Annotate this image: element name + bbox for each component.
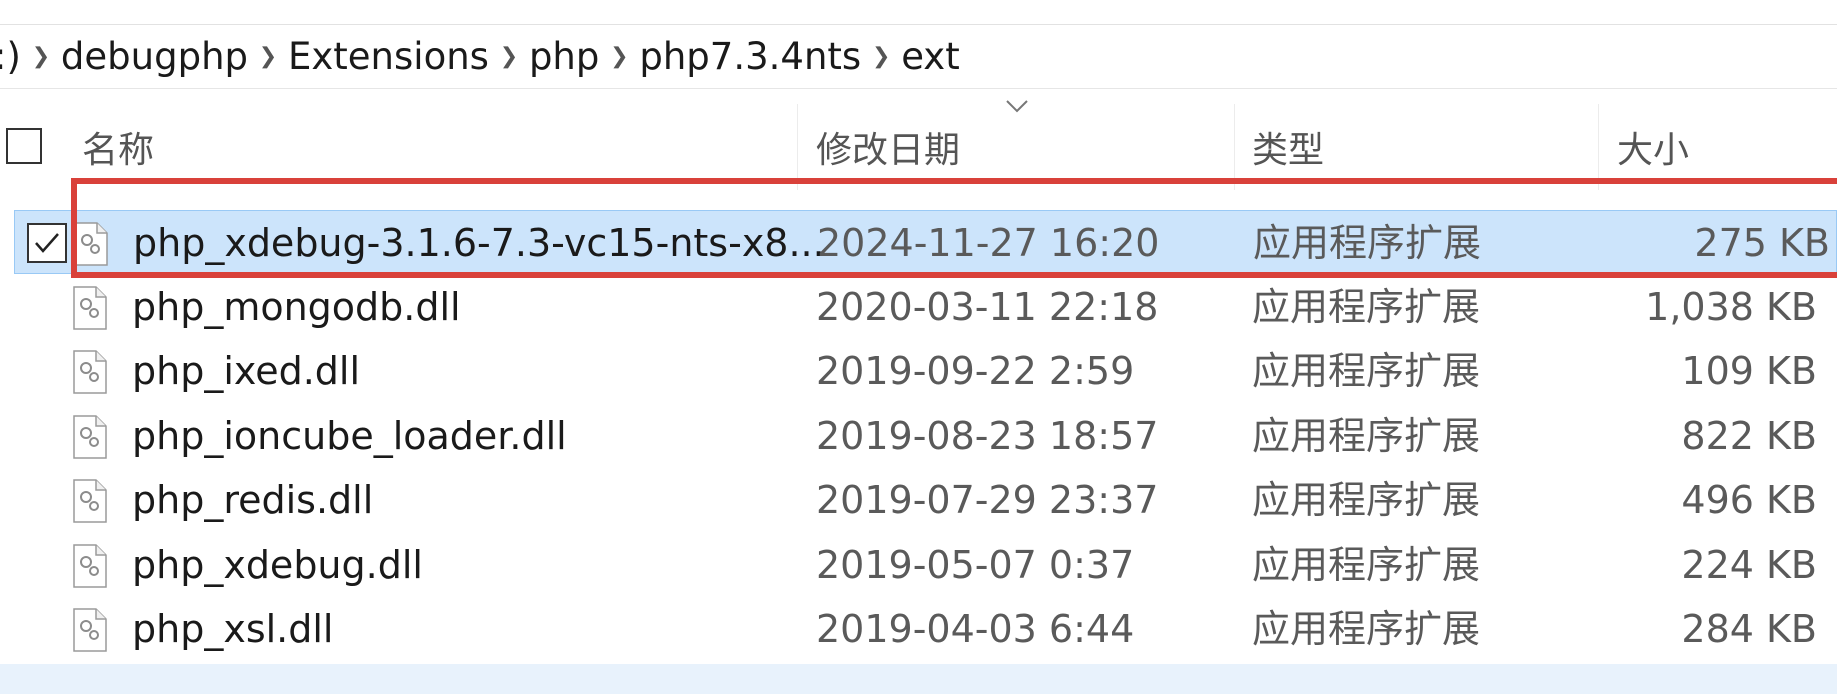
file-size: 109 KB xyxy=(1681,349,1817,393)
file-name: php_ixed.dll xyxy=(132,349,361,393)
file-name: php_ioncube_loader.dll xyxy=(132,414,567,458)
file-name: php_xsl.dll xyxy=(132,607,334,651)
chevron-right-icon: ❯ xyxy=(31,43,51,69)
file-name: php_mongodb.dll xyxy=(132,285,461,329)
toolbar-strip xyxy=(0,0,1837,25)
file-size: 275 KB xyxy=(1694,221,1830,265)
dll-file-icon xyxy=(73,286,107,330)
file-type: 应用程序扩展 xyxy=(1252,414,1481,458)
file-type: 应用程序扩展 xyxy=(1252,349,1481,393)
file-row[interactable]: php_redis.dll 2019-07-29 23:37 应用程序扩展 49… xyxy=(0,468,1837,532)
file-type: 应用程序扩展 xyxy=(1252,285,1481,329)
file-size: 822 KB xyxy=(1681,414,1817,458)
file-modified: 2020-03-11 22:18 xyxy=(816,285,1159,329)
column-divider[interactable] xyxy=(1234,104,1235,190)
chevron-right-icon: ❯ xyxy=(871,43,891,69)
dll-file-icon xyxy=(73,415,107,459)
file-type: 应用程序扩展 xyxy=(1252,543,1481,587)
breadcrumb-item-php[interactable]: php xyxy=(529,35,599,78)
checkmark-icon xyxy=(35,233,59,253)
file-row[interactable]: php_ixed.dll 2019-09-22 2:59 应用程序扩展 109 … xyxy=(0,339,1837,403)
chevron-right-icon: ❯ xyxy=(499,43,519,69)
chevron-right-icon: ❯ xyxy=(258,43,278,69)
column-header-modified[interactable]: 修改日期 xyxy=(816,104,1234,190)
file-type: 应用程序扩展 xyxy=(1252,478,1481,522)
file-row[interactable]: php_mongodb.dll 2020-03-11 22:18 应用程序扩展 … xyxy=(0,275,1837,339)
file-modified: 2019-04-03 6:44 xyxy=(816,607,1135,651)
file-name: php_xdebug-3.1.6-7.3-vc15-nts-x8... xyxy=(133,221,825,265)
file-row[interactable]: php_ioncube_loader.dll 2019-08-23 18:57 … xyxy=(0,404,1837,468)
dll-file-icon xyxy=(73,544,107,588)
breadcrumb-prefix[interactable]: :) xyxy=(0,35,21,78)
file-modified: 2019-07-29 23:37 xyxy=(816,478,1159,522)
file-row[interactable]: php_xdebug.dll 2019-05-07 0:37 应用程序扩展 22… xyxy=(0,533,1837,597)
file-row-partial[interactable] xyxy=(0,664,1837,694)
select-all-checkbox[interactable] xyxy=(6,128,42,164)
breadcrumb-item-php7-3-4nts[interactable]: php7.3.4nts xyxy=(639,35,861,78)
file-name: php_xdebug.dll xyxy=(132,543,423,587)
file-size: 284 KB xyxy=(1681,607,1817,651)
breadcrumb-item-debugphp[interactable]: debugphp xyxy=(61,35,248,78)
dll-file-icon xyxy=(74,222,108,266)
file-size: 1,038 KB xyxy=(1645,285,1817,329)
breadcrumb[interactable]: :) ❯ debugphp ❯ Extensions ❯ php ❯ php7.… xyxy=(0,24,1837,89)
chevron-right-icon: ❯ xyxy=(610,43,629,69)
file-modified: 2024-11-27 16:20 xyxy=(817,221,1160,265)
breadcrumb-item-ext[interactable]: ext xyxy=(901,35,960,78)
column-header-size[interactable]: 大小 xyxy=(1617,104,1837,190)
column-divider[interactable] xyxy=(1598,104,1599,190)
file-modified: 2019-05-07 0:37 xyxy=(816,543,1135,587)
dll-file-icon xyxy=(73,479,107,523)
dll-file-icon xyxy=(73,608,107,652)
file-size: 496 KB xyxy=(1681,478,1817,522)
column-divider[interactable] xyxy=(797,104,798,190)
breadcrumb-item-extensions[interactable]: Extensions xyxy=(288,35,489,78)
file-name: php_redis.dll xyxy=(132,478,374,522)
dll-file-icon xyxy=(73,350,107,394)
file-modified: 2019-09-22 2:59 xyxy=(816,349,1135,393)
file-row-selected[interactable]: php_xdebug-3.1.6-7.3-vc15-nts-x8... 2024… xyxy=(14,210,1837,274)
column-header-type[interactable]: 类型 xyxy=(1252,104,1598,190)
column-header-name[interactable]: 名称 xyxy=(82,104,796,190)
row-checkbox-checked[interactable] xyxy=(27,223,67,263)
file-type: 应用程序扩展 xyxy=(1253,221,1482,265)
file-modified: 2019-08-23 18:57 xyxy=(816,414,1159,458)
file-row[interactable]: php_xsl.dll 2019-04-03 6:44 应用程序扩展 284 K… xyxy=(0,597,1837,661)
file-type: 应用程序扩展 xyxy=(1252,607,1481,651)
file-size: 224 KB xyxy=(1681,543,1817,587)
column-header-row: 名称 修改日期 类型 大小 xyxy=(0,104,1837,190)
